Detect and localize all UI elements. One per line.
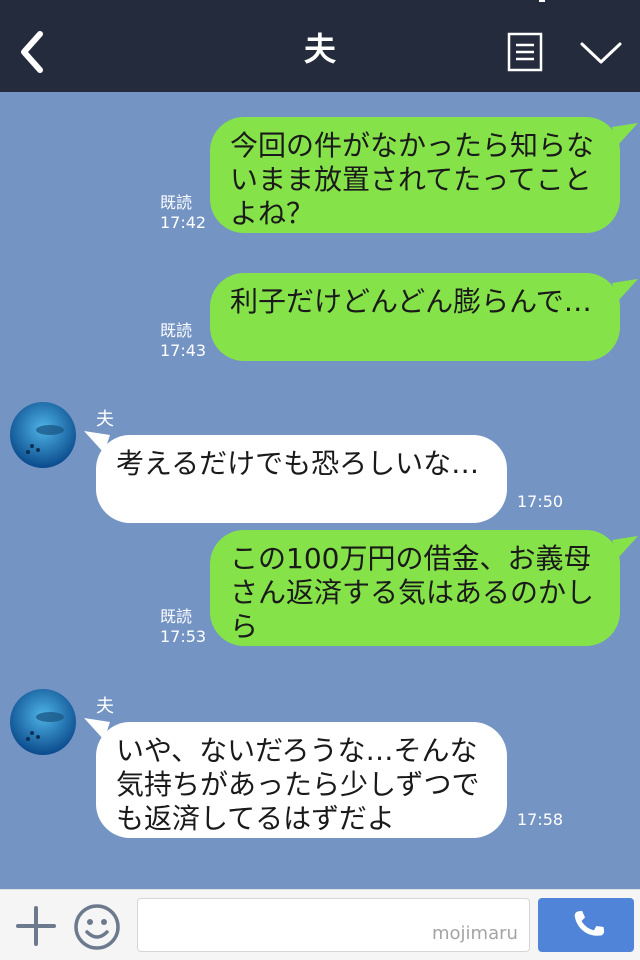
message-text: 考えるだけでも恐ろしいな… <box>116 447 480 480</box>
message-bubble[interactable]: 考えるだけでも恐ろしいな… <box>96 435 507 523</box>
collapse-button[interactable] <box>578 38 624 70</box>
message-time: 17:53 <box>160 627 207 646</box>
avatar[interactable] <box>10 689 76 755</box>
sender-name: 夫 <box>96 696 114 717</box>
add-button[interactable] <box>14 904 58 948</box>
chevron-down-icon <box>580 42 622 64</box>
chat-header: 夫 <box>0 0 640 92</box>
message-time: 17:50 <box>517 492 564 511</box>
message-bubble[interactable]: 利子だけどんどん膨らんで… <box>210 273 620 361</box>
message-text: この100万円の借金、お義母さん返済する気はあるのかしら <box>230 542 595 643</box>
bubble-tail <box>612 123 638 145</box>
message-time: 17:58 <box>517 810 564 829</box>
document-icon <box>507 32 543 72</box>
phone-icon <box>574 910 605 936</box>
sender-name: 夫 <box>96 409 114 430</box>
menu-button[interactable] <box>507 32 543 72</box>
avatar-image <box>10 689 76 755</box>
message-time: 17:43 <box>160 341 207 360</box>
watermark: mojimaru <box>432 923 518 944</box>
message-text: いや、ないだろうな…そんな気持ちがあったら少しずつでも返済してるはずだよ <box>116 734 480 835</box>
read-receipt: 既読 <box>160 607 193 626</box>
message-meta: 既読 17:43 <box>160 321 206 361</box>
message-bubble[interactable]: 今回の件がなかったら知らないまま放置されてたってことよね？ <box>210 117 620 233</box>
bubble-tail <box>612 536 638 558</box>
avatar-image <box>10 402 76 468</box>
emoji-button[interactable] <box>72 902 122 952</box>
read-receipt: 既読 <box>160 193 193 212</box>
bubble-tail <box>612 279 638 301</box>
smiley-icon <box>74 904 120 950</box>
plus-icon <box>16 906 56 946</box>
message-time: 17:42 <box>160 213 207 232</box>
message-list: 今回の件がなかったら知らないまま放置されてたってことよね？ 既読 17:42 利… <box>0 92 640 889</box>
chat-title: 夫 <box>303 30 336 68</box>
message-bubble[interactable]: この100万円の借金、お義母さん返済する気はあるのかしら <box>210 530 620 646</box>
call-button[interactable] <box>538 898 634 952</box>
avatar[interactable] <box>10 402 76 468</box>
message-bubble[interactable]: いや、ないだろうな…そんな気持ちがあったら少しずつでも返済してるはずだよ <box>96 722 507 838</box>
message-meta: 既読 17:53 <box>160 607 206 647</box>
message-meta: 既読 17:42 <box>160 193 206 233</box>
input-bar <box>0 889 640 960</box>
message-text: 利子だけどんどん膨らんで… <box>230 285 592 318</box>
read-receipt: 既読 <box>160 321 193 340</box>
message-text: 今回の件がなかったら知らないまま放置されてたってことよね？ <box>230 129 595 230</box>
